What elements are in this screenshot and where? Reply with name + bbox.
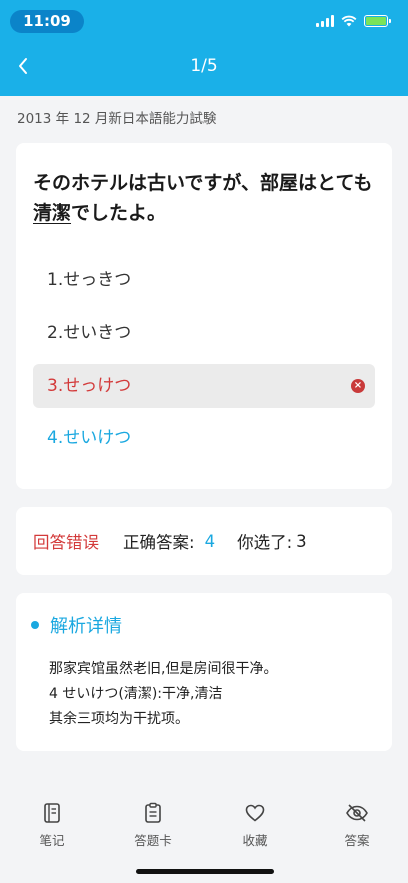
battery-icon xyxy=(364,15,391,27)
wrong-mark-icon: × xyxy=(351,379,365,393)
status-icons xyxy=(316,15,391,27)
correct-answer-value: 4 xyxy=(204,531,216,551)
cellular-signal-icon xyxy=(316,15,334,27)
chosen-answer-label: 你选了: xyxy=(237,533,293,552)
eye-off-icon xyxy=(346,804,368,822)
home-indicator xyxy=(136,869,274,874)
option-2[interactable]: 2.せいきつ xyxy=(33,311,375,355)
analysis-card: 解析详情 那家宾馆虽然老旧,但是房间很干净。 4 せいけつ(清潔):干净,清洁 … xyxy=(16,593,392,751)
analysis-line: 4 せいけつ(清潔):干净,清洁 xyxy=(49,686,223,702)
status-time: 11:09 xyxy=(10,10,84,33)
tab-notes[interactable]: 笔记 xyxy=(17,802,87,849)
heart-icon xyxy=(245,804,265,822)
tab-favorites[interactable]: 收藏 xyxy=(220,802,290,849)
option-label: 2.せいきつ xyxy=(47,323,132,343)
exam-title: 2013 年 12 月新日本語能力試験 xyxy=(17,111,217,127)
header-bar: 11:09 1/5 xyxy=(0,0,408,96)
page-counter: 1/5 xyxy=(190,56,218,76)
option-label: 1.せっきつ xyxy=(47,270,132,290)
question-text-after: でしたよ。 xyxy=(71,202,167,224)
tab-label: 答题卡 xyxy=(134,833,172,848)
clipboard-icon xyxy=(145,802,161,823)
analysis-text: 那家宾馆虽然老旧,但是房间很干净。 4 せいけつ(清潔):干净,清洁 其余三项均… xyxy=(49,657,277,732)
correct-answer-label: 正确答案: xyxy=(123,533,195,552)
tab-label: 笔记 xyxy=(39,833,65,848)
analysis-line: 那家宾馆虽然老旧,但是房间很干净。 xyxy=(49,661,278,677)
wifi-icon xyxy=(341,15,357,27)
option-4-correct[interactable]: 4.せいけつ xyxy=(33,416,375,460)
result-status: 回答错误 xyxy=(33,533,99,552)
tab-answer[interactable]: 答案 xyxy=(322,802,392,849)
analysis-line: 其余三项均为干扰项。 xyxy=(49,711,189,727)
analysis-title: 解析详情 xyxy=(50,616,122,637)
question-underlined-word: 清潔 xyxy=(33,202,72,224)
question-text-before: そのホテルは古いですが、部屋はとても xyxy=(33,172,373,194)
chosen-answer-value: 3 xyxy=(296,531,307,551)
option-label: 4.せいけつ xyxy=(47,428,132,448)
question-text: そのホテルは古いですが、部屋はとても 清潔でしたよ。 xyxy=(33,168,378,228)
question-card: そのホテルは古いですが、部屋はとても 清潔でしたよ。 1.せっきつ 2.せいきつ … xyxy=(16,143,392,489)
tab-label: 收藏 xyxy=(242,833,268,848)
bullet-dot-icon xyxy=(31,621,39,629)
result-card: 回答错误 正确答案: 4 你选了: 3 xyxy=(16,507,392,575)
option-3-wrong[interactable]: 3.せっけつ × xyxy=(33,364,375,408)
tab-answer-sheet[interactable]: 答题卡 xyxy=(118,802,188,849)
option-label: 3.せっけつ xyxy=(47,376,132,396)
option-1[interactable]: 1.せっきつ xyxy=(33,258,375,302)
notebook-icon xyxy=(44,803,60,823)
tab-label: 答案 xyxy=(344,833,370,848)
